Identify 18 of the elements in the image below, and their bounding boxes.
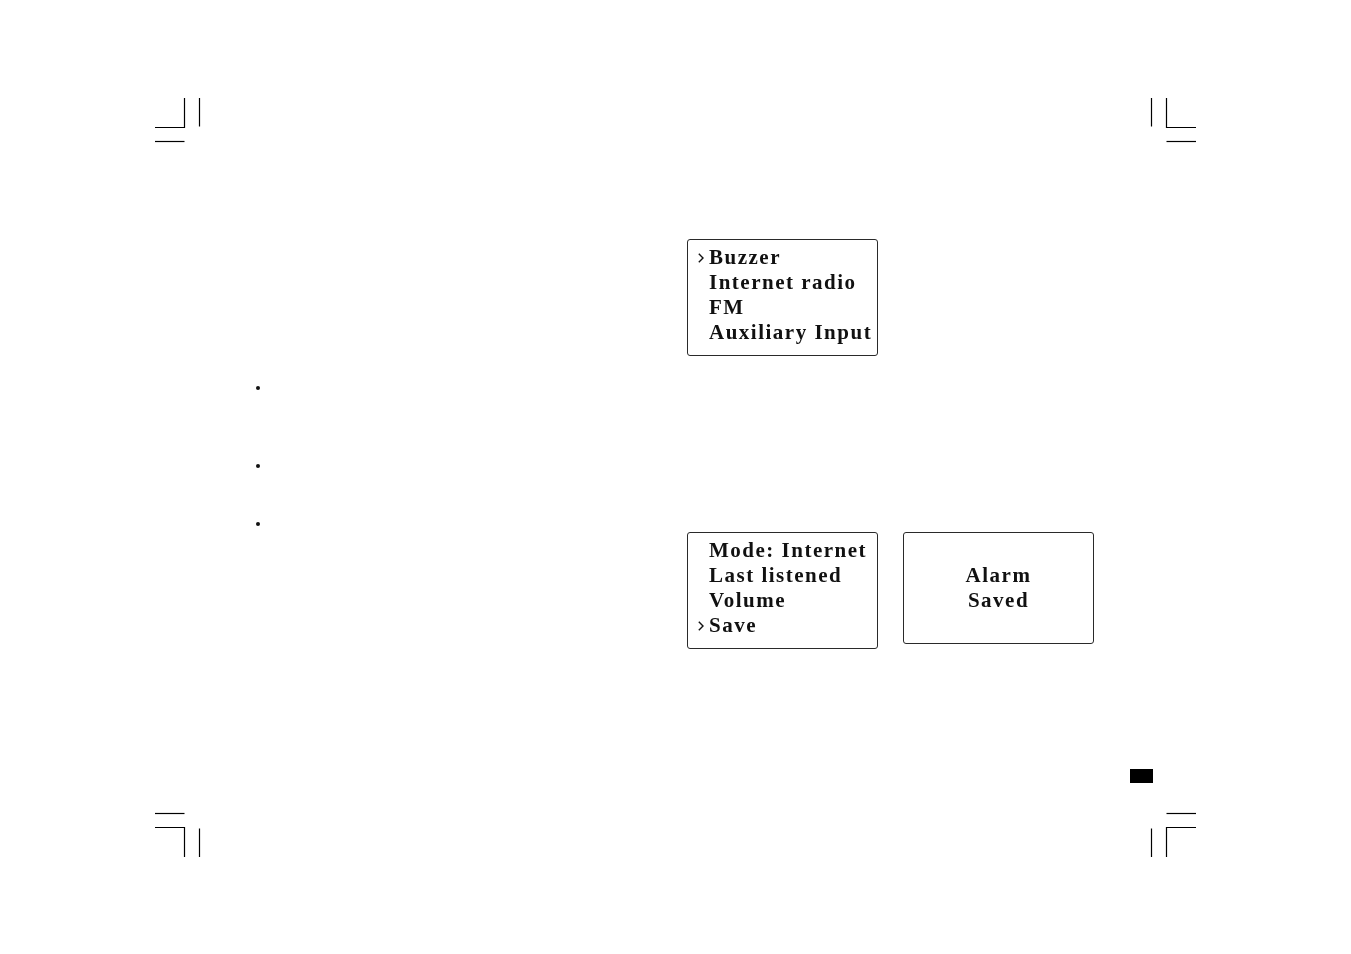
display-line: FM <box>709 295 745 320</box>
display-message: Saved <box>967 588 1030 613</box>
display-line: Save <box>709 613 757 638</box>
page-marker-icon <box>1130 769 1153 783</box>
crop-mark-icon <box>155 812 201 857</box>
display-line: Auxiliary Input <box>709 320 873 345</box>
display-line: Mode: Internet <box>709 538 868 563</box>
bullet-icon <box>256 522 260 526</box>
crop-mark-icon <box>1150 98 1196 143</box>
bullet-icon <box>256 386 260 390</box>
display-message: Alarm <box>965 563 1032 588</box>
display-line: Volume <box>709 588 787 613</box>
display-line: Internet radio <box>709 270 857 295</box>
display-line: Buzzer <box>709 245 781 270</box>
crop-mark-icon <box>1150 812 1196 857</box>
display-line: Last listened <box>709 563 843 588</box>
bullet-icon <box>256 464 260 468</box>
crop-mark-icon <box>155 98 201 143</box>
